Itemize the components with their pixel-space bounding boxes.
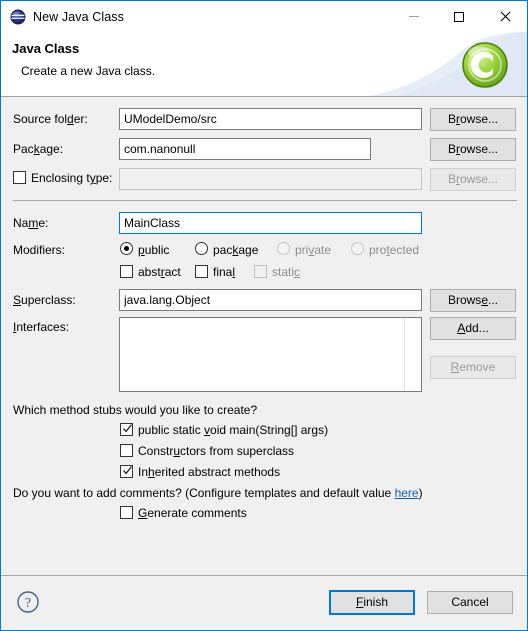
modifier-label-protected: protected (369, 243, 419, 257)
dialog-body: Source folder: Browse... Package: Browse… (1, 97, 527, 575)
modifier-label-private: private (295, 243, 331, 257)
enclosing-type-label: Enclosing type: (31, 171, 112, 185)
check-mark-icon (122, 465, 133, 476)
page-subtitle: Create a new Java class. (21, 64, 155, 78)
stub-label-main[interactable]: public static void main(String[] args) (138, 423, 328, 437)
enclosing-type-browse-button[interactable]: Browse... (430, 168, 516, 191)
stub-check-main[interactable] (120, 423, 133, 436)
java-class-badge-icon (459, 39, 511, 91)
modifier-check-static[interactable] (254, 265, 267, 278)
source-folder-input[interactable] (119, 108, 422, 130)
name-label: Name: (13, 216, 48, 230)
modifier-radio-public[interactable] (120, 242, 133, 255)
modifier-radio-package[interactable] (195, 242, 208, 255)
help-icon[interactable]: ? (16, 590, 40, 614)
window-title: New Java Class (33, 10, 124, 24)
modifiers-label: Modifiers: (13, 243, 65, 257)
modifier-check-abstract[interactable] (120, 265, 133, 278)
dialog-banner: Java Class Create a new Java class. (1, 32, 527, 97)
stub-label-inherited[interactable]: Inherited abstract methods (138, 465, 280, 479)
section-separator-1 (13, 200, 517, 201)
comments-question: Do you want to add comments? (Configure … (13, 486, 423, 500)
comments-question-prefix: Do you want to add comments? (Configure … (13, 486, 395, 500)
close-icon (499, 11, 510, 22)
maximize-icon (454, 12, 464, 22)
enclosing-type-input[interactable] (119, 168, 422, 190)
stub-label-constructors[interactable]: Constructors from superclass (138, 444, 294, 458)
modifier-radio-protected[interactable] (351, 242, 364, 255)
java-globe-icon (10, 9, 26, 25)
comments-question-suffix: ) (419, 486, 423, 500)
modifier-label-package[interactable]: package (213, 243, 258, 257)
finish-button[interactable]: Finish (329, 590, 415, 615)
configure-templates-link[interactable]: here (395, 486, 419, 500)
interfaces-remove-button[interactable]: Remove (430, 356, 516, 379)
enclosing-type-checkbox[interactable] (13, 171, 26, 184)
close-button[interactable] (481, 1, 527, 32)
interfaces-label: Interfaces: (13, 320, 69, 334)
window-controls (391, 1, 527, 32)
package-label: Package: (13, 142, 63, 156)
modifier-radio-private[interactable] (277, 242, 290, 255)
new-java-class-dialog: New Java Class Java Class Create a new J… (0, 0, 528, 631)
page-title: Java Class (12, 41, 79, 56)
modifier-label-static: static (272, 265, 300, 279)
modifier-label-final[interactable]: final (213, 265, 235, 279)
interfaces-scroll-track[interactable] (404, 318, 421, 391)
method-stubs-question: Which method stubs would you like to cre… (13, 403, 257, 417)
dialog-footer: ? Finish Cancel (1, 575, 527, 630)
package-input[interactable] (119, 138, 371, 160)
superclass-input[interactable] (119, 289, 422, 311)
title-bar: New Java Class (1, 1, 527, 32)
name-input[interactable] (119, 212, 422, 234)
stub-check-constructors[interactable] (120, 444, 133, 457)
modifier-label-abstract[interactable]: abstract (138, 265, 181, 279)
generate-comments-label[interactable]: Generate comments (138, 506, 247, 520)
radio-dot (124, 246, 129, 251)
modifier-label-public[interactable]: public (138, 243, 169, 257)
source-folder-label: Source folder: (13, 112, 88, 126)
superclass-browse-button[interactable]: Browse... (430, 289, 516, 312)
source-folder-browse-button[interactable]: Browse... (430, 108, 516, 131)
generate-comments-checkbox[interactable] (120, 506, 133, 519)
minimize-button[interactable] (391, 1, 436, 32)
modifier-check-final[interactable] (195, 265, 208, 278)
interfaces-add-button[interactable]: Add... (430, 317, 516, 340)
package-browse-button[interactable]: Browse... (430, 138, 516, 161)
check-mark-icon (122, 423, 133, 434)
minimize-icon (409, 16, 419, 17)
interfaces-listbox[interactable] (119, 317, 422, 392)
cancel-button[interactable]: Cancel (427, 591, 513, 614)
stub-check-inherited[interactable] (120, 465, 133, 478)
svg-text:?: ? (25, 596, 31, 611)
superclass-label: Superclass: (13, 293, 76, 307)
maximize-button[interactable] (436, 1, 481, 32)
